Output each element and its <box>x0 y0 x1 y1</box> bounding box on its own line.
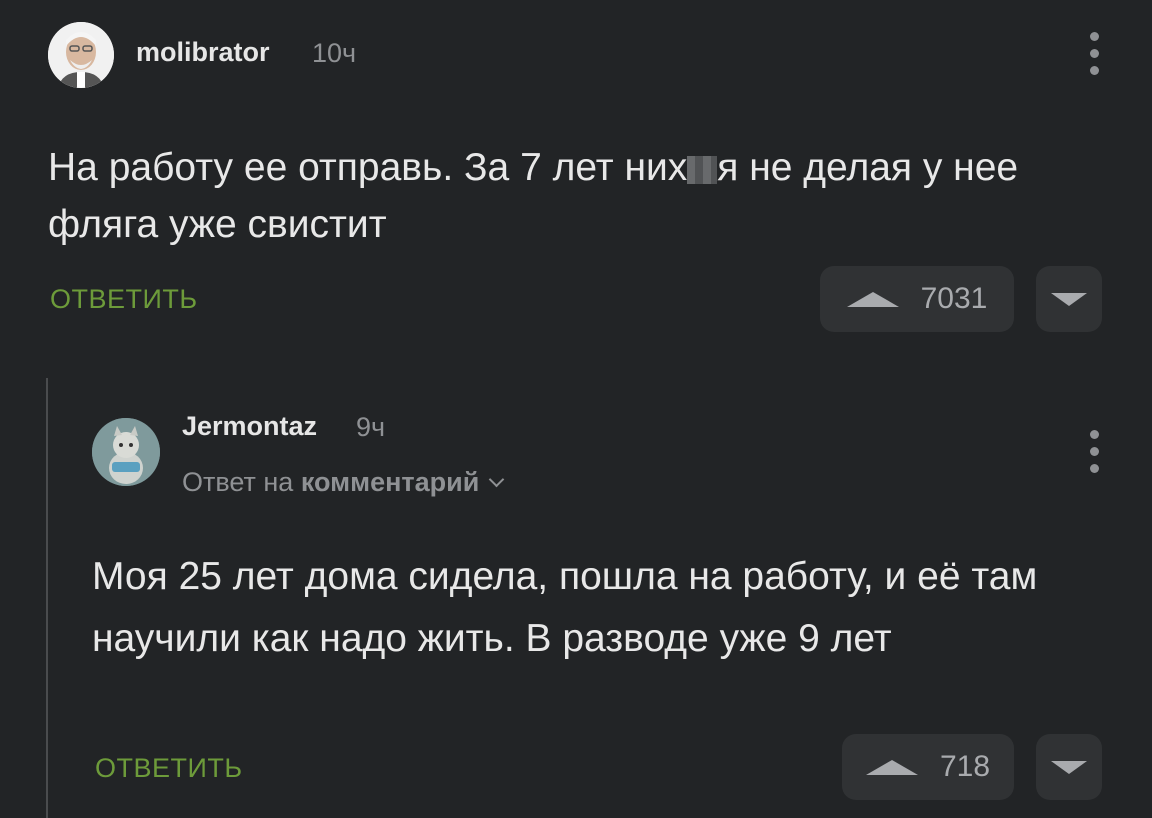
upvote-button[interactable]: 7031 <box>820 266 1014 332</box>
comment-text: На работу ее отправь. За 7 лет них я не д… <box>48 140 1108 253</box>
comment-author[interactable]: molibrator <box>136 37 270 68</box>
avatar-jermontaz[interactable] <box>92 418 160 486</box>
upvote-arrow-icon <box>846 291 899 307</box>
reply-to-link[interactable]: Ответ на комментарий <box>182 467 505 498</box>
reply-button[interactable]: ОТВЕТИТЬ <box>95 753 243 784</box>
thread-line <box>46 378 48 818</box>
comment-time: 10ч <box>312 38 357 68</box>
downvote-arrow-icon <box>1051 292 1087 306</box>
cat-avatar-photo-icon <box>92 418 160 486</box>
more-options-icon[interactable] <box>1089 430 1099 473</box>
reply-to-target[interactable]: комментарий <box>301 467 480 497</box>
chevron-down-icon <box>489 471 505 488</box>
comment-author[interactable]: Jermontaz <box>182 411 317 442</box>
censored-word-mask <box>687 155 718 184</box>
comment-text-part1: На работу ее отправь. За 7 лет них <box>48 146 688 189</box>
reply-to-prefix: Ответ на <box>182 467 294 497</box>
vote-count: 718 <box>939 750 991 783</box>
comment-text: Моя 25 лет дома сидела, пошла на работу,… <box>92 555 1038 660</box>
upvote-arrow-icon <box>865 759 918 775</box>
downvote-button[interactable] <box>1036 734 1102 800</box>
avatar-molibrator[interactable] <box>48 22 114 88</box>
downvote-button[interactable] <box>1036 266 1102 332</box>
more-options-icon[interactable] <box>1089 32 1099 75</box>
vote-count: 7031 <box>920 282 988 315</box>
downvote-arrow-icon <box>1051 760 1087 774</box>
comment-time: 9ч <box>356 412 386 442</box>
user-avatar-photo-icon <box>48 22 114 88</box>
upvote-button[interactable]: 718 <box>842 734 1014 800</box>
reply-button[interactable]: ОТВЕТИТЬ <box>50 284 198 315</box>
